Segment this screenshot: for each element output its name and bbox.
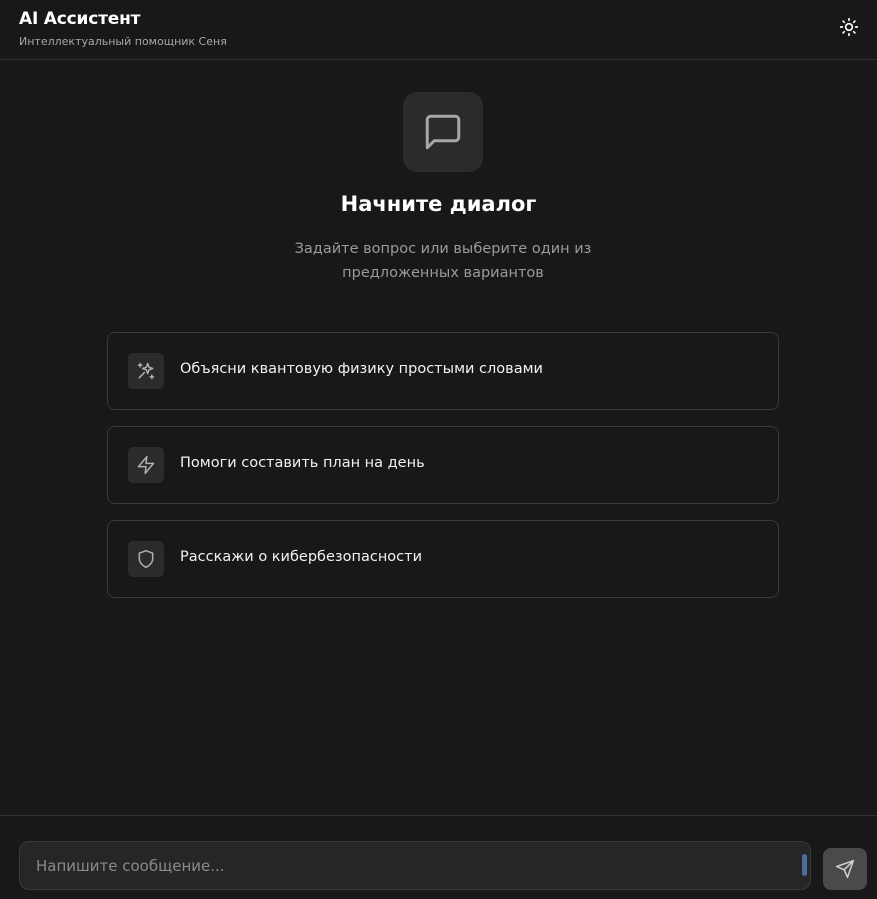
app-header: AI Ассистент Интеллектуальный помощник С…	[0, 0, 877, 60]
zap-icon	[137, 455, 155, 475]
app-subtitle: Интеллектуальный помощник Сеня	[19, 35, 227, 48]
suggestion-label: Объясни квантовую физику простыми словам…	[180, 361, 543, 377]
input-scrollbar[interactable]	[801, 850, 808, 881]
message-input-wrapper	[19, 841, 811, 890]
suggestion-card-plan[interactable]: Помоги составить план на день	[107, 426, 779, 504]
message-input[interactable]	[20, 842, 800, 889]
empty-state-icon-box	[403, 92, 483, 172]
shield-icon	[138, 549, 154, 569]
suggestion-label: Расскажи о кибербезопасности	[180, 549, 423, 565]
theme-toggle-button[interactable]	[836, 14, 862, 40]
input-scrollbar-thumb[interactable]	[802, 854, 807, 876]
send-icon	[835, 859, 855, 879]
suggestion-card-quantum[interactable]: Объясни квантовую физику простыми словам…	[107, 332, 779, 410]
suggestion-icon-box	[128, 541, 164, 577]
app-title: AI Ассистент	[19, 9, 141, 29]
chat-app: AI Ассистент Интеллектуальный помощник С…	[0, 0, 877, 899]
suggestion-icon-box	[128, 353, 164, 389]
empty-state-title: Начните диалог	[340, 192, 537, 216]
message-square-icon	[425, 114, 461, 150]
sun-icon	[839, 17, 859, 37]
suggestion-card-security[interactable]: Расскажи о кибербезопасности	[107, 520, 779, 598]
suggestion-label: Помоги составить план на день	[180, 455, 425, 471]
suggestion-icon-box	[128, 447, 164, 483]
sparkles-icon	[137, 362, 155, 380]
composer-bar	[0, 815, 877, 899]
send-button[interactable]	[823, 848, 867, 890]
empty-state-subtitle: Задайте вопрос или выберите один из пред…	[294, 241, 592, 281]
